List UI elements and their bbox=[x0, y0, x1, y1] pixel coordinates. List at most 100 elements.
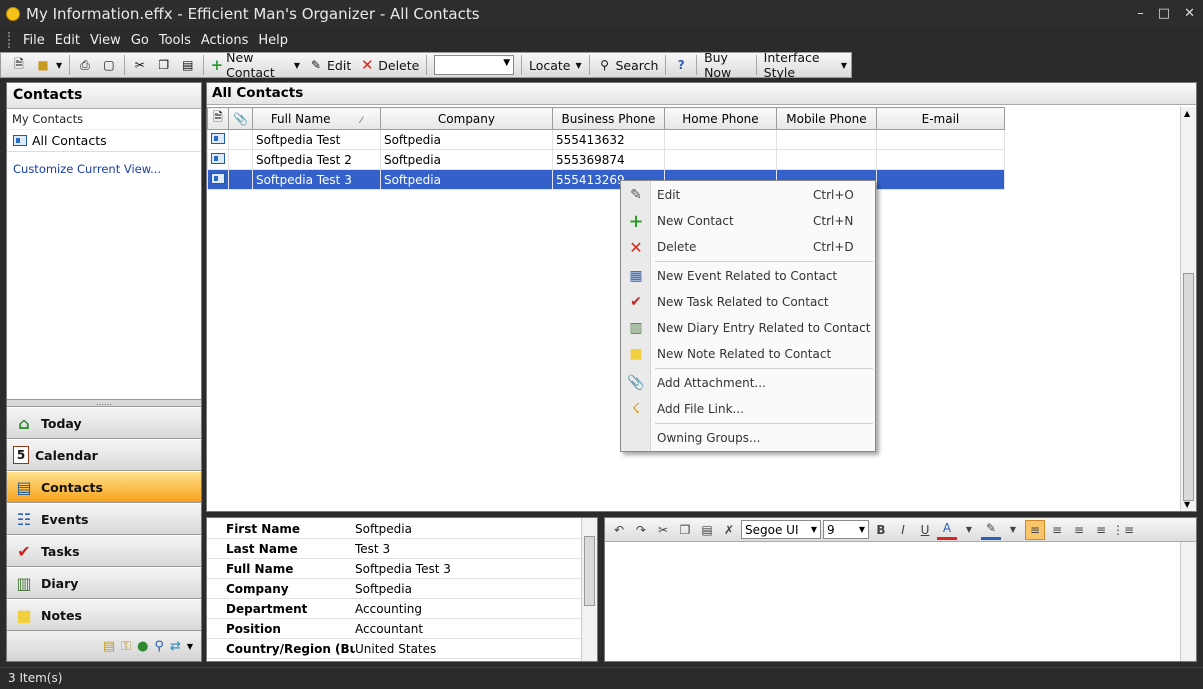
align-right-icon[interactable]: ≡ bbox=[1069, 520, 1089, 540]
nav-button-calendar[interactable]: 5 Calendar bbox=[7, 440, 201, 471]
detail-row-company[interactable]: Company Softpedia bbox=[207, 579, 582, 599]
column-header-home-phone[interactable]: Home Phone bbox=[663, 107, 777, 130]
ctx-item-add-attachment[interactable]: 📎 Add Attachment... bbox=[621, 371, 875, 395]
align-center-icon[interactable]: ≡ bbox=[1047, 520, 1067, 540]
locate-button[interactable]: Locate ▼ bbox=[525, 54, 586, 76]
cell-full-name[interactable]: Softpedia Test bbox=[251, 129, 381, 150]
chevron-down-icon[interactable]: ▼ bbox=[1003, 520, 1023, 540]
print-preview-button[interactable]: ▢ bbox=[97, 54, 121, 76]
cell-mobile-phone[interactable] bbox=[775, 129, 877, 150]
new-file-button[interactable]: 🗎 bbox=[7, 54, 31, 76]
menubar-grip[interactable] bbox=[8, 32, 12, 48]
redo-icon[interactable]: ↷ bbox=[631, 520, 651, 540]
highlight-icon[interactable]: ✎ bbox=[981, 520, 1001, 540]
ctx-item-delete[interactable]: ✕ Delete Ctrl+D bbox=[621, 235, 875, 259]
scroll-up-icon[interactable]: ▲ bbox=[1184, 109, 1190, 118]
globe-icon[interactable]: ● bbox=[137, 639, 148, 654]
key-icon[interactable]: ⚿ bbox=[121, 639, 131, 654]
column-header-attachment[interactable]: 📎 bbox=[228, 107, 253, 130]
paste-icon[interactable]: ▤ bbox=[697, 520, 717, 540]
nav-button-diary[interactable]: ▥ Diary bbox=[7, 568, 201, 599]
nav-button-tasks[interactable]: ✔ Tasks bbox=[7, 536, 201, 567]
ctx-item-new-event[interactable]: ▦ New Event Related to Contact bbox=[621, 264, 875, 288]
column-header-business-phone[interactable]: Business Phone bbox=[551, 107, 665, 130]
cell-business-phone[interactable]: 555413632 bbox=[551, 129, 665, 150]
table-row[interactable]: Softpedia Test 2 Softpedia 555369874 bbox=[207, 149, 1005, 170]
details-vertical-scrollbar[interactable] bbox=[581, 518, 597, 661]
cell-email[interactable] bbox=[875, 129, 1005, 150]
folder-list-icon[interactable]: ▤ bbox=[103, 639, 115, 654]
nav-splitter[interactable]: …… bbox=[7, 399, 201, 407]
italic-button[interactable]: I bbox=[893, 520, 913, 540]
cell-mobile-phone[interactable] bbox=[775, 149, 877, 170]
column-header-full-name[interactable]: Full Name ⁄ bbox=[251, 107, 381, 130]
menu-edit[interactable]: Edit bbox=[50, 33, 85, 48]
menu-tools[interactable]: Tools bbox=[154, 33, 196, 48]
print-button[interactable]: ⎙ bbox=[73, 54, 97, 76]
justify-icon[interactable]: ≡ bbox=[1091, 520, 1111, 540]
copy-button[interactable]: ❐ bbox=[152, 54, 176, 76]
bold-button[interactable]: B bbox=[871, 520, 891, 540]
nav-button-events[interactable]: ☷ Events bbox=[7, 504, 201, 535]
ctx-item-new-diary-entry[interactable]: ▥ New Diary Entry Related to Contact bbox=[621, 316, 875, 340]
cell-home-phone[interactable] bbox=[663, 149, 777, 170]
ctx-item-add-file-link[interactable]: ☇ Add File Link... bbox=[621, 397, 875, 421]
nav-button-contacts[interactable]: ▤ Contacts bbox=[7, 472, 201, 503]
new-contact-button[interactable]: + New Contact ▼ bbox=[207, 50, 304, 80]
table-row[interactable]: Softpedia Test Softpedia 555413632 bbox=[207, 129, 1005, 150]
cell-full-name[interactable]: Softpedia Test 3 bbox=[251, 169, 381, 190]
menu-view[interactable]: View bbox=[85, 33, 126, 48]
undo-icon[interactable]: ↶ bbox=[609, 520, 629, 540]
buy-now-button[interactable]: Buy Now bbox=[700, 50, 753, 80]
ctx-item-new-note[interactable]: ■ New Note Related to Contact bbox=[621, 342, 875, 366]
nav-button-today[interactable]: ⌂ Today bbox=[7, 408, 201, 439]
copy-icon[interactable]: ❐ bbox=[675, 520, 695, 540]
table-row-selected[interactable]: Softpedia Test 3 Softpedia 555413269 bbox=[207, 169, 1005, 190]
clear-format-icon[interactable]: ✗ bbox=[719, 520, 739, 540]
scroll-down-icon[interactable]: ▼ bbox=[1184, 500, 1190, 509]
cell-company[interactable]: Softpedia bbox=[379, 169, 553, 190]
detail-row-department[interactable]: Department Accounting bbox=[207, 599, 582, 619]
notes-vertical-scrollbar[interactable] bbox=[1180, 542, 1196, 661]
cell-business-phone[interactable]: 555369874 bbox=[551, 149, 665, 170]
delete-button[interactable]: ✕ Delete bbox=[355, 54, 423, 76]
underline-button[interactable]: U bbox=[915, 520, 935, 540]
edit-button[interactable]: ✎ Edit bbox=[304, 54, 355, 76]
ctx-item-new-contact[interactable]: + New Contact Ctrl+N bbox=[621, 209, 875, 233]
interface-style-button[interactable]: Interface Style ▼ bbox=[760, 50, 851, 80]
detail-row-country[interactable]: Country/Region (Business) United States bbox=[207, 639, 582, 659]
menu-file[interactable]: File bbox=[18, 33, 50, 48]
cell-home-phone[interactable] bbox=[663, 129, 777, 150]
font-size-select[interactable]: 9 ▼ bbox=[823, 520, 869, 539]
detail-row-full-name[interactable]: Full Name Softpedia Test 3 bbox=[207, 559, 582, 579]
menu-actions[interactable]: Actions bbox=[196, 33, 254, 48]
grid-vertical-scrollbar[interactable]: ▲ ▼ bbox=[1180, 107, 1196, 511]
cell-company[interactable]: Softpedia bbox=[379, 129, 553, 150]
chevron-down-icon[interactable]: ▼ bbox=[959, 520, 979, 540]
menu-go[interactable]: Go bbox=[126, 33, 154, 48]
maximize-button[interactable]: □ bbox=[1158, 6, 1170, 21]
align-left-icon[interactable]: ≡ bbox=[1025, 519, 1045, 540]
search-button[interactable]: ⚲ Search bbox=[592, 54, 662, 76]
ctx-item-edit[interactable]: ✎ Edit Ctrl+O bbox=[621, 183, 875, 207]
column-header-email[interactable]: E-mail bbox=[875, 107, 1005, 130]
column-header-company[interactable]: Company bbox=[379, 107, 553, 130]
ctx-item-owning-groups[interactable]: Owning Groups... bbox=[621, 426, 875, 450]
font-name-select[interactable]: Segoe UI ▼ bbox=[741, 520, 821, 539]
chevron-down-icon[interactable]: ▼ bbox=[187, 642, 193, 651]
detail-row-first-name[interactable]: First Name Softpedia bbox=[207, 519, 582, 539]
sync-icon[interactable]: ⇄ bbox=[170, 639, 181, 654]
search-icon[interactable]: ⚲ bbox=[154, 639, 164, 654]
chevron-down-icon[interactable]: ▼ bbox=[294, 61, 300, 70]
paste-button[interactable]: ▤ bbox=[176, 54, 200, 76]
nav-button-notes[interactable]: ■ Notes bbox=[7, 600, 201, 631]
close-button[interactable]: ✕ bbox=[1184, 6, 1195, 21]
menu-help[interactable]: Help bbox=[253, 33, 293, 48]
bullet-list-icon[interactable]: ⋮≡ bbox=[1112, 520, 1134, 540]
view-combo[interactable]: ▼ bbox=[434, 55, 515, 75]
detail-row-last-name[interactable]: Last Name Test 3 bbox=[207, 539, 582, 559]
detail-row-position[interactable]: Position Accountant bbox=[207, 619, 582, 639]
folder-all-contacts[interactable]: All Contacts bbox=[7, 130, 201, 152]
scrollbar-thumb[interactable] bbox=[584, 536, 595, 606]
cut-button[interactable]: ✂ bbox=[128, 54, 152, 76]
